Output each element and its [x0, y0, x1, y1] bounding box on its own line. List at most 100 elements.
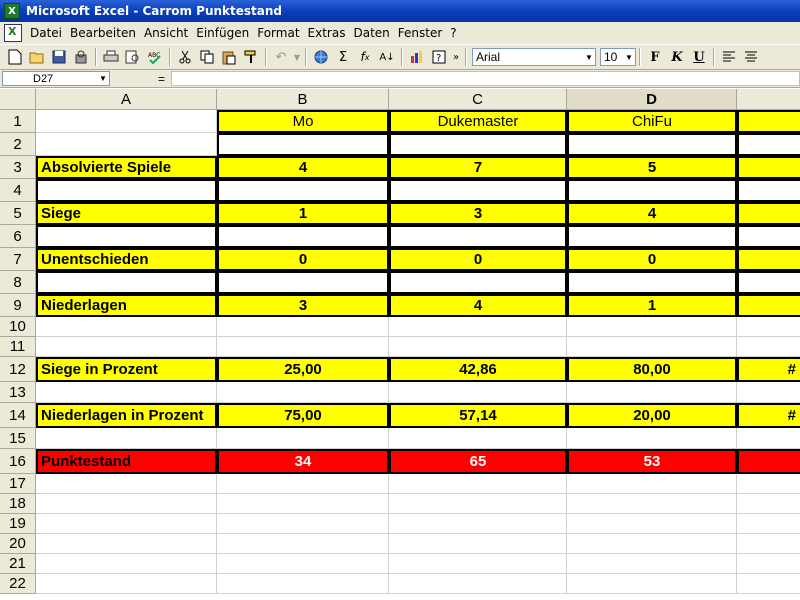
cell-d6[interactable]	[567, 225, 737, 248]
cell-a10[interactable]	[36, 317, 217, 337]
cell-a4[interactable]	[36, 179, 217, 202]
cell-e21[interactable]	[737, 554, 800, 574]
row-header[interactable]: 1	[0, 110, 36, 133]
menu-help[interactable]: ?	[446, 26, 460, 40]
cell-a18[interactable]	[36, 494, 217, 514]
cell-d10[interactable]	[567, 317, 737, 337]
cell-b19[interactable]	[217, 514, 389, 534]
cell-b3[interactable]: 4	[217, 156, 389, 179]
cell-e14[interactable]: #	[737, 403, 800, 428]
cell-c9[interactable]: 4	[389, 294, 567, 317]
spelling-icon[interactable]: ABC	[144, 46, 166, 68]
cell-a19[interactable]	[36, 514, 217, 534]
open-folder-icon[interactable]	[26, 46, 48, 68]
cell-d12[interactable]: 80,00	[567, 357, 737, 382]
cell-c22[interactable]	[389, 574, 567, 594]
cell-b6[interactable]	[217, 225, 389, 248]
cell-b10[interactable]	[217, 317, 389, 337]
cell-c18[interactable]	[389, 494, 567, 514]
cell-a6[interactable]	[36, 225, 217, 248]
cell-b17[interactable]	[217, 474, 389, 494]
cell-d7[interactable]: 0	[567, 248, 737, 271]
row-header[interactable]: 21	[0, 554, 36, 574]
cell-d11[interactable]	[567, 337, 737, 357]
cell-c4[interactable]	[389, 179, 567, 202]
cell-b4[interactable]	[217, 179, 389, 202]
cell-d4[interactable]	[567, 179, 737, 202]
select-all-corner[interactable]	[0, 89, 36, 110]
cell-a20[interactable]	[36, 534, 217, 554]
cell-a11[interactable]	[36, 337, 217, 357]
format-painter-icon[interactable]	[240, 46, 262, 68]
cell-d22[interactable]	[567, 574, 737, 594]
cell-d20[interactable]	[567, 534, 737, 554]
cell-a16[interactable]: Punktestand	[36, 449, 217, 474]
row-header[interactable]: 14	[0, 403, 36, 428]
cell-e4[interactable]	[737, 179, 800, 202]
cell-d13[interactable]	[567, 382, 737, 403]
permission-icon[interactable]	[70, 46, 92, 68]
cell-b18[interactable]	[217, 494, 389, 514]
cell-a9[interactable]: Niederlagen	[36, 294, 217, 317]
cell-e17[interactable]	[737, 474, 800, 494]
menu-daten[interactable]: Daten	[349, 26, 393, 40]
print-preview-icon[interactable]	[122, 46, 144, 68]
cell-e19[interactable]	[737, 514, 800, 534]
cell-e7[interactable]	[737, 248, 800, 271]
cell-c13[interactable]	[389, 382, 567, 403]
cell-e22[interactable]	[737, 574, 800, 594]
cell-c12[interactable]: 42,86	[389, 357, 567, 382]
cell-a5[interactable]: Siege	[36, 202, 217, 225]
row-header[interactable]: 10	[0, 317, 36, 337]
row-header[interactable]: 18	[0, 494, 36, 514]
paste-icon[interactable]	[218, 46, 240, 68]
hyperlink-icon[interactable]	[310, 46, 332, 68]
cell-e5[interactable]	[737, 202, 800, 225]
row-header[interactable]: 17	[0, 474, 36, 494]
font-size-select[interactable]: 10 ▼	[600, 48, 636, 66]
column-header-a[interactable]: A	[36, 89, 217, 110]
menu-fenster[interactable]: Fenster	[394, 26, 447, 40]
cell-b22[interactable]	[217, 574, 389, 594]
cell-c19[interactable]	[389, 514, 567, 534]
cell-e2[interactable]	[737, 133, 800, 156]
dropdown-arrow-icon[interactable]: ▼	[292, 46, 302, 68]
italic-icon[interactable]: K	[666, 46, 688, 68]
cell-e3[interactable]	[737, 156, 800, 179]
cell-d1[interactable]: ChiFu	[567, 110, 737, 133]
cell-c3[interactable]: 7	[389, 156, 567, 179]
copy-icon[interactable]	[196, 46, 218, 68]
workbook-icon[interactable]	[4, 24, 22, 42]
menu-datei[interactable]: Datei	[26, 26, 66, 40]
cell-b8[interactable]	[217, 271, 389, 294]
cell-a14[interactable]: Niederlagen in Prozent	[36, 403, 217, 428]
row-header[interactable]: 12	[0, 357, 36, 382]
row-header[interactable]: 2	[0, 133, 36, 156]
cell-c21[interactable]	[389, 554, 567, 574]
align-center-icon[interactable]	[740, 46, 762, 68]
row-header[interactable]: 6	[0, 225, 36, 248]
cell-e15[interactable]	[737, 428, 800, 449]
row-header[interactable]: 5	[0, 202, 36, 225]
menu-bearbeiten[interactable]: Bearbeiten	[66, 26, 140, 40]
cell-c5[interactable]: 3	[389, 202, 567, 225]
cell-d14[interactable]: 20,00	[567, 403, 737, 428]
sort-ascending-icon[interactable]: A↓	[376, 46, 398, 68]
menu-ansicht[interactable]: Ansicht	[140, 26, 192, 40]
menu-extras[interactable]: Extras	[304, 26, 350, 40]
cell-c20[interactable]	[389, 534, 567, 554]
cell-b2[interactable]	[217, 133, 389, 156]
cell-a12[interactable]: Siege in Prozent	[36, 357, 217, 382]
cell-c6[interactable]	[389, 225, 567, 248]
toolbar-options-icon[interactable]: »	[450, 46, 462, 68]
cell-e11[interactable]	[737, 337, 800, 357]
cell-d15[interactable]	[567, 428, 737, 449]
bold-icon[interactable]: F	[644, 46, 666, 68]
row-header[interactable]: 11	[0, 337, 36, 357]
cut-icon[interactable]	[174, 46, 196, 68]
cell-a2[interactable]	[36, 133, 217, 156]
save-icon[interactable]	[48, 46, 70, 68]
row-header[interactable]: 15	[0, 428, 36, 449]
new-file-icon[interactable]	[4, 46, 26, 68]
cell-b7[interactable]: 0	[217, 248, 389, 271]
